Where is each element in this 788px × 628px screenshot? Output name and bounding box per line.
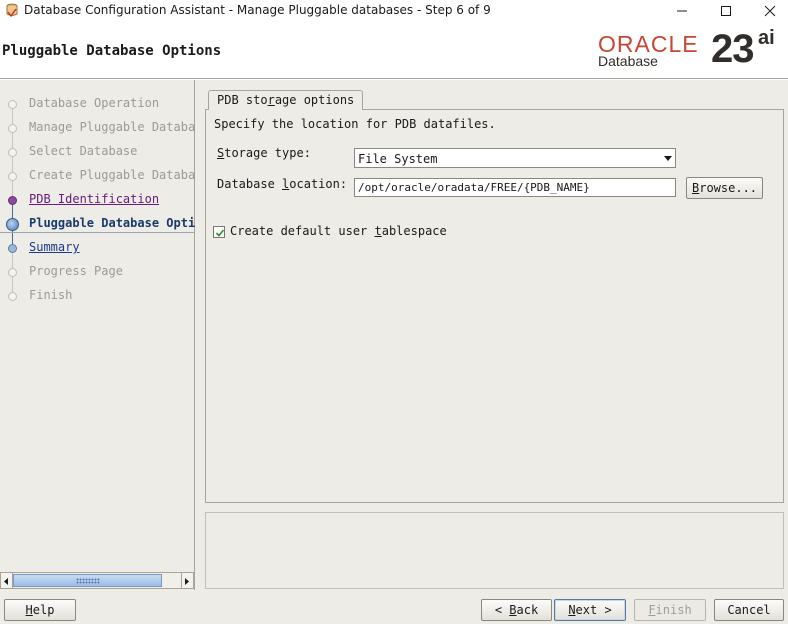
minimize-icon bbox=[677, 10, 687, 12]
maximize-button[interactable] bbox=[704, 0, 748, 22]
nav-step-label: Select Database bbox=[29, 144, 138, 158]
checkmark-icon bbox=[215, 229, 225, 237]
button-mnemonic: N bbox=[568, 603, 576, 617]
storage-type-label: Storage type: bbox=[217, 146, 311, 160]
label-mnemonic: t bbox=[374, 224, 382, 238]
button-label: inish bbox=[655, 603, 692, 617]
storage-type-value: File System bbox=[358, 152, 438, 166]
nav-step-database-operation: Database Operation bbox=[0, 94, 195, 114]
button-label: elp bbox=[32, 603, 55, 617]
window-bottom-edge bbox=[0, 624, 788, 628]
nav-step-manage-pluggable: Manage Pluggable Database bbox=[0, 118, 195, 138]
step-dot-icon bbox=[8, 124, 17, 133]
step-dot-icon bbox=[8, 148, 17, 157]
scroll-grip-icon bbox=[76, 578, 100, 584]
next-button[interactable]: Next > bbox=[554, 599, 626, 621]
nav-step-finish: Finish bbox=[0, 286, 195, 306]
nav-step-summary[interactable]: Summary bbox=[0, 238, 195, 258]
tab-label: PDB sto bbox=[217, 93, 268, 107]
nav-step-label: PDB Identification bbox=[29, 192, 160, 206]
finish-button[interactable]: Finish bbox=[634, 599, 706, 621]
button-label: Cancel bbox=[727, 603, 771, 617]
database-location-value: /opt/oracle/oradata/FREE/{PDB_NAME} bbox=[358, 181, 590, 194]
close-icon bbox=[764, 5, 776, 17]
scroll-right-button[interactable] bbox=[181, 573, 193, 588]
label-text: torage type: bbox=[224, 146, 311, 160]
nav-step-pdb-identification[interactable]: PDB Identification bbox=[0, 190, 195, 210]
step-navigation: Database Operation Manage Pluggable Data… bbox=[0, 80, 195, 590]
minimize-button[interactable] bbox=[660, 0, 704, 22]
arrow-right-icon bbox=[185, 578, 189, 585]
nav-horizontal-scrollbar[interactable] bbox=[0, 572, 194, 589]
nav-step-label: Progress Page bbox=[29, 264, 123, 278]
maximize-icon bbox=[721, 6, 731, 16]
nav-step-pluggable-db-options[interactable]: Pluggable Database Options bbox=[0, 214, 195, 234]
nav-step-select-database: Select Database bbox=[0, 142, 195, 162]
label-text: Database bbox=[217, 177, 283, 191]
oracle-version: 23 bbox=[711, 27, 754, 71]
nav-step-label: Summary bbox=[29, 240, 80, 254]
default-tablespace-label: Create default user tablespace bbox=[230, 224, 447, 238]
cancel-button[interactable]: Cancel bbox=[714, 599, 784, 621]
button-mnemonic: H bbox=[25, 603, 33, 617]
tab-pdb-storage-options[interactable]: PDB storage options bbox=[208, 90, 364, 110]
nav-step-label: Manage Pluggable Database bbox=[29, 120, 195, 134]
arrow-left-icon bbox=[4, 578, 8, 585]
back-button[interactable]: < Back bbox=[481, 599, 552, 621]
nav-step-create-pluggable: Create Pluggable Database bbox=[0, 166, 195, 186]
message-area bbox=[205, 512, 784, 589]
button-mnemonic: F bbox=[648, 603, 656, 617]
window-title: Database Configuration Assistant - Manag… bbox=[24, 3, 491, 17]
nav-step-label: Create Pluggable Database bbox=[29, 168, 195, 182]
step-dot-icon bbox=[8, 292, 17, 301]
tab-label: age options bbox=[274, 93, 355, 107]
label-text: ablespace bbox=[381, 224, 447, 238]
scroll-left-button[interactable] bbox=[1, 573, 13, 588]
button-label: < bbox=[494, 603, 510, 617]
button-label: ext > bbox=[575, 603, 612, 617]
browse-button[interactable]: Browse... bbox=[686, 177, 763, 199]
dbca-app-icon bbox=[5, 3, 19, 19]
button-mnemonic: B bbox=[509, 603, 517, 617]
step-dot-icon bbox=[8, 196, 17, 205]
page-title: Pluggable Database Options bbox=[2, 43, 222, 59]
tab-label-mnemonic: r bbox=[267, 93, 275, 107]
step-dot-icon bbox=[8, 172, 17, 181]
button-label: rowse... bbox=[699, 181, 758, 195]
storage-options-panel: Specify the location for PDB datafiles. … bbox=[205, 109, 784, 503]
header-banner: Pluggable Database Options ORACLE Databa… bbox=[0, 22, 788, 79]
current-step-icon bbox=[6, 218, 19, 231]
main-panel: Database Operation Manage Pluggable Data… bbox=[0, 80, 788, 624]
help-button[interactable]: Help bbox=[4, 599, 76, 621]
nav-step-label: Finish bbox=[29, 288, 73, 302]
default-tablespace-checkbox[interactable] bbox=[213, 226, 225, 238]
database-location-label: Database location: bbox=[217, 177, 347, 191]
step-dot-icon bbox=[8, 268, 17, 277]
step-dot-icon bbox=[8, 244, 17, 253]
dropdown-arrow-icon bbox=[664, 156, 672, 161]
oracle-product-text: Database bbox=[598, 53, 658, 69]
nav-step-progress-page: Progress Page bbox=[0, 262, 195, 282]
database-location-input[interactable]: /opt/oracle/oradata/FREE/{PDB_NAME} bbox=[354, 178, 676, 197]
close-button[interactable] bbox=[748, 0, 788, 22]
label-text: Create default user bbox=[230, 224, 375, 238]
oracle-version-suffix: ai bbox=[758, 27, 775, 49]
button-label: ack bbox=[516, 603, 539, 617]
label-text: ocation: bbox=[289, 177, 348, 191]
nav-step-label: Pluggable Database Options bbox=[29, 216, 195, 230]
panel-description: Specify the location for PDB datafiles. bbox=[214, 117, 496, 131]
storage-type-select[interactable]: File System bbox=[354, 148, 676, 168]
step-dot-icon bbox=[8, 100, 17, 109]
nav-step-label: Database Operation bbox=[29, 96, 160, 110]
window-title-bar: Database Configuration Assistant - Manag… bbox=[0, 0, 788, 22]
scroll-thumb[interactable] bbox=[13, 574, 162, 587]
